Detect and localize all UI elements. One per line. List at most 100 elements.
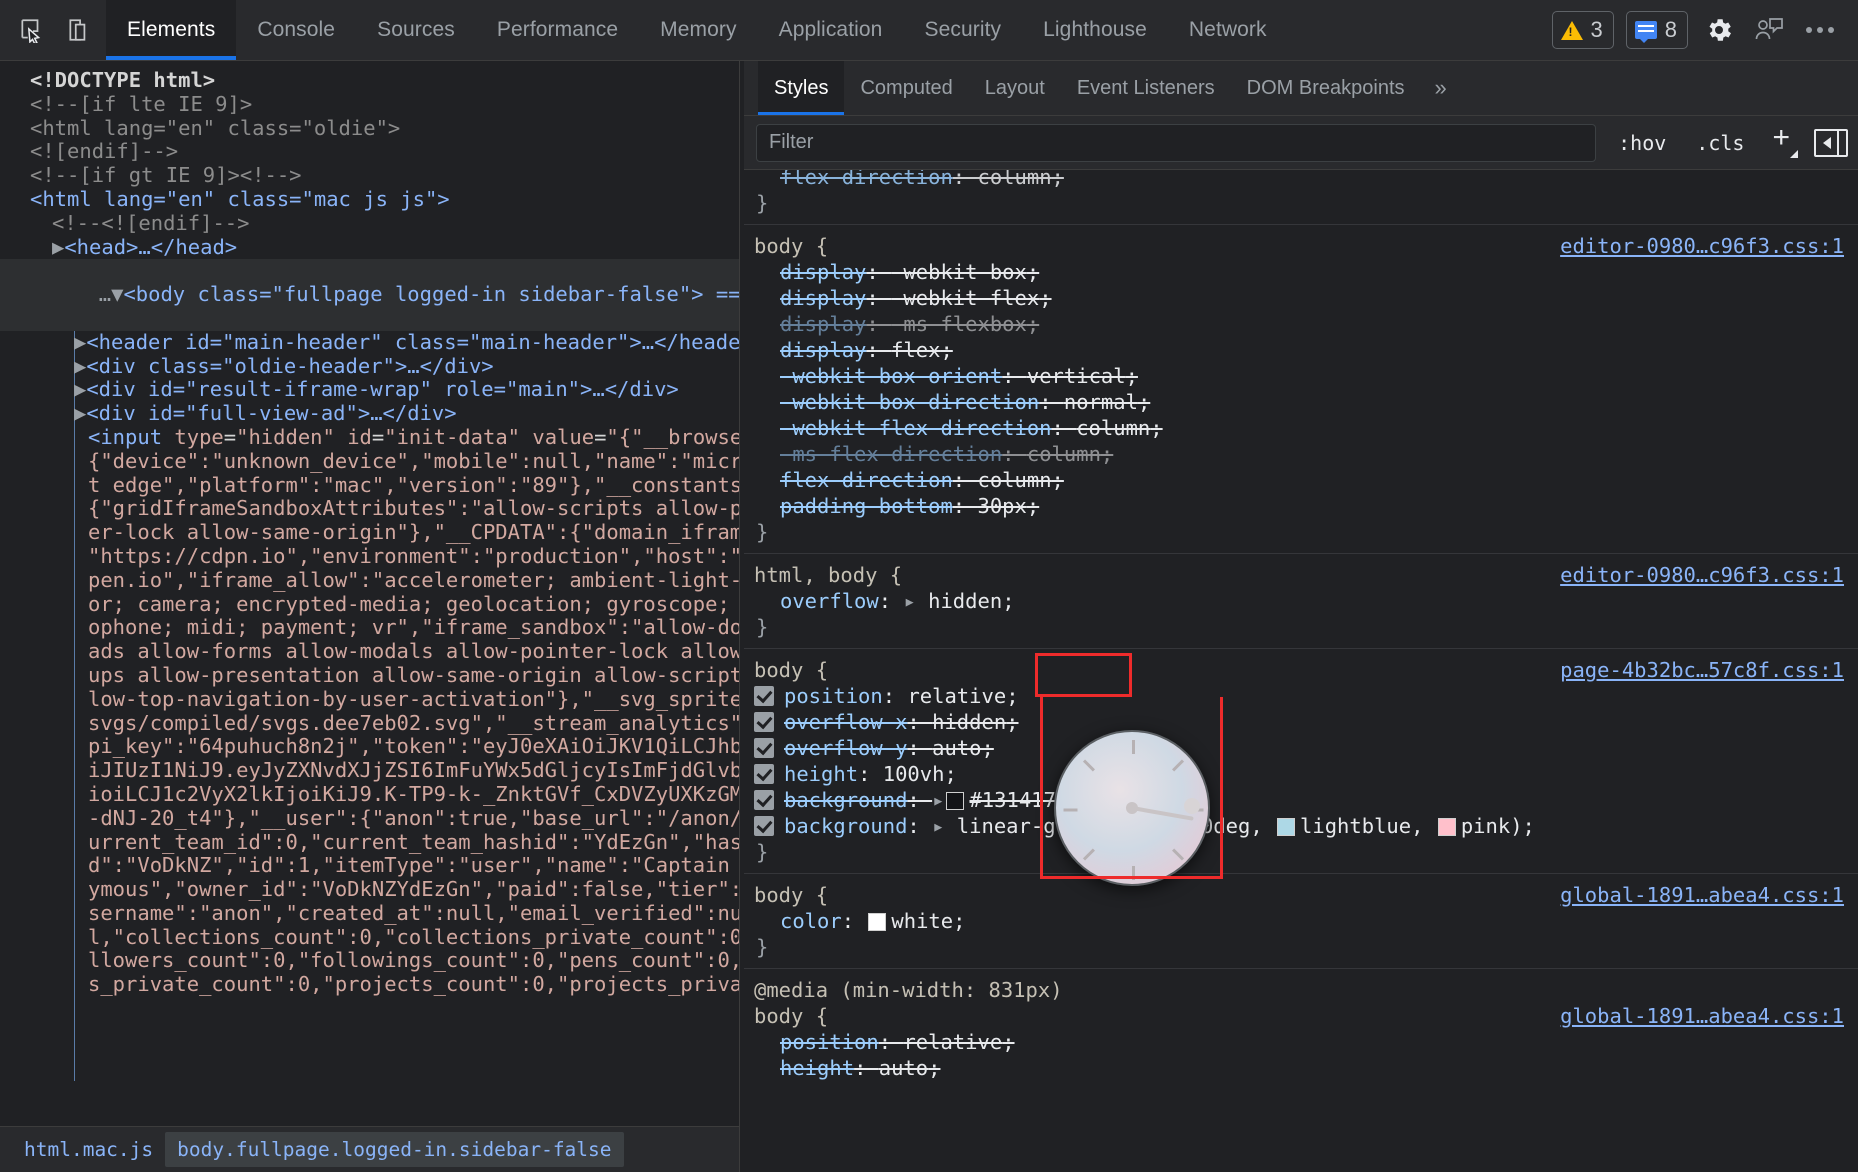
css-property[interactable]: position bbox=[784, 684, 883, 708]
dom-line[interactable]: <!--<![endif]--> bbox=[0, 212, 739, 236]
css-declaration[interactable]: -webkit-box-orient: vertical; bbox=[744, 363, 1858, 389]
css-value[interactable]: -webkit-flex bbox=[891, 286, 1039, 310]
css-declaration[interactable]: height: 100vh; bbox=[744, 761, 1858, 787]
css-declaration[interactable]: height: auto; bbox=[744, 1055, 1858, 1081]
css-declaration[interactable]: overflow-y: auto; bbox=[744, 735, 1858, 761]
css-property[interactable]: -webkit-flex-direction bbox=[780, 416, 1052, 440]
tab-security[interactable]: Security bbox=[903, 0, 1022, 60]
css-selector[interactable]: html, body { bbox=[754, 562, 902, 588]
css-value[interactable]: hidden bbox=[928, 589, 1002, 613]
css-source-link[interactable]: global-1891…abea4.css:1 bbox=[1560, 882, 1844, 908]
css-property[interactable]: color bbox=[780, 909, 842, 933]
css-source-link[interactable]: editor-0980…c96f3.css:1 bbox=[1560, 562, 1844, 588]
css-value[interactable]: 100vh bbox=[883, 762, 945, 786]
dom-line-value[interactable]: -dNJ-20_t4"},"__user":{"anon":true,"base… bbox=[0, 807, 739, 831]
dom-line-value[interactable]: l,"collections_count":0,"collections_pri… bbox=[0, 926, 739, 950]
css-rule[interactable]: body { editor-0980…c96f3.css:1 display: … bbox=[744, 225, 1858, 554]
css-selector[interactable]: body { bbox=[754, 657, 828, 683]
css-declaration[interactable]: overflow-x: hidden; bbox=[744, 709, 1858, 735]
css-rule[interactable]: html, body { editor-0980…c96f3.css:1 ove… bbox=[744, 554, 1858, 649]
css-property[interactable]: overflow-y bbox=[784, 736, 907, 760]
expand-triangle-icon[interactable]: ▶ bbox=[74, 354, 86, 378]
css-property[interactable]: height bbox=[784, 762, 858, 786]
new-style-rule-button[interactable]: + bbox=[1766, 126, 1800, 160]
dom-line-value[interactable]: iJIUzI1NiJ9.eyJyZXNvdXJjZSI6ImFuYWx5dGlj… bbox=[0, 759, 739, 783]
dom-line[interactable]: <!--[if lte IE 9]> bbox=[0, 93, 739, 117]
tab-layout[interactable]: Layout bbox=[969, 61, 1061, 115]
css-value[interactable]: auto bbox=[932, 736, 981, 760]
css-value[interactable]: -webkit-box bbox=[891, 260, 1027, 284]
css-selector[interactable]: body { bbox=[754, 233, 828, 259]
css-source-link[interactable]: editor-0980…c96f3.css:1 bbox=[1560, 233, 1844, 259]
filter-input[interactable] bbox=[756, 124, 1596, 162]
css-value[interactable]: hidden bbox=[932, 710, 1006, 734]
css-value[interactable]: auto bbox=[879, 1056, 928, 1080]
css-property[interactable]: -webkit-box-direction bbox=[780, 390, 1039, 414]
dom-line-value[interactable]: pi_key":"64puhuch8n2j","token":"eyJ0eXAi… bbox=[0, 735, 739, 759]
css-property[interactable]: flex-direction bbox=[780, 468, 953, 492]
css-property[interactable]: overflow bbox=[780, 589, 879, 613]
tab-styles[interactable]: Styles bbox=[758, 61, 844, 115]
tab-sources[interactable]: Sources bbox=[356, 0, 476, 60]
css-rule[interactable]: flex-direction: column; } bbox=[744, 170, 1858, 225]
css-declaration[interactable]: display: flex; bbox=[744, 337, 1858, 363]
css-property[interactable]: -webkit-box-orient bbox=[780, 364, 1002, 388]
css-value[interactable]: white bbox=[891, 909, 953, 933]
css-property[interactable]: height bbox=[780, 1056, 854, 1080]
hov-button[interactable]: :hov bbox=[1610, 127, 1674, 159]
expand-value-arrow-icon[interactable]: ▸ bbox=[932, 813, 944, 839]
dom-line[interactable]: ▶<div id="result-iframe-wrap" role="main… bbox=[0, 378, 739, 402]
collapse-triangle-icon[interactable]: ▼ bbox=[111, 282, 123, 306]
tab-computed[interactable]: Computed bbox=[844, 61, 968, 115]
tab-console[interactable]: Console bbox=[236, 0, 356, 60]
expand-triangle-icon[interactable]: ▶ bbox=[52, 235, 64, 259]
dom-line-value[interactable]: {"gridIframeSandboxAttributes":"allow-sc… bbox=[0, 497, 739, 521]
declaration-checkbox[interactable] bbox=[754, 738, 774, 758]
css-declaration-gradient[interactable]: background: ▸ linear-gradient(100deg, li… bbox=[744, 813, 1858, 839]
cls-button[interactable]: .cls bbox=[1688, 127, 1752, 159]
css-property[interactable]: position bbox=[780, 1030, 879, 1054]
inspect-element-icon[interactable] bbox=[12, 11, 50, 49]
more-options-icon[interactable] bbox=[1800, 17, 1840, 43]
tab-event-listeners[interactable]: Event Listeners bbox=[1061, 61, 1231, 115]
declaration-checkbox[interactable] bbox=[754, 790, 774, 810]
css-declaration[interactable]: color: white; bbox=[744, 908, 1858, 934]
dom-tree-panel[interactable]: <!DOCTYPE html> <!--[if lte IE 9]> <html… bbox=[0, 61, 740, 1172]
angle-picker-popup[interactable] bbox=[1054, 730, 1210, 886]
css-rule[interactable]: body { global-1891…abea4.css:1 color: wh… bbox=[744, 874, 1858, 969]
css-value[interactable]: column bbox=[977, 468, 1051, 492]
tab-lighthouse[interactable]: Lighthouse bbox=[1022, 0, 1168, 60]
color-swatch-pink[interactable] bbox=[1438, 818, 1456, 836]
css-declaration[interactable]: -webkit-flex-direction: column; bbox=[744, 415, 1858, 441]
messages-counter[interactable]: 8 bbox=[1626, 11, 1688, 49]
css-property[interactable]: display bbox=[780, 312, 866, 336]
dom-line-value[interactable]: d":"VoDkNZ","id":1,"itemType":"user","na… bbox=[0, 854, 739, 878]
dom-line-value[interactable]: s_private_count":0,"projects_count":0,"p… bbox=[0, 973, 739, 997]
css-declaration[interactable]: display: -webkit-flex; bbox=[744, 285, 1858, 311]
css-property[interactable]: padding-bottom bbox=[780, 494, 953, 518]
dom-line[interactable]: <!--[if gt IE 9]><!--> bbox=[0, 164, 739, 188]
css-rule-media[interactable]: @media (min-width: 831px) body { global-… bbox=[744, 969, 1858, 1089]
css-selector[interactable]: body { bbox=[754, 1003, 828, 1029]
css-property[interactable]: overflow-x bbox=[784, 710, 907, 734]
css-property[interactable]: background bbox=[784, 814, 907, 838]
angle-picker-knob[interactable] bbox=[1184, 798, 1200, 814]
dom-line-value[interactable]: svgs/compiled/svgs.dee7eb02.svg","__stre… bbox=[0, 712, 739, 736]
expand-value-arrow-icon[interactable]: ▸ bbox=[903, 588, 915, 614]
tab-network[interactable]: Network bbox=[1168, 0, 1288, 60]
css-declaration[interactable]: display: -ms-flexbox; bbox=[744, 311, 1858, 337]
dom-line-input-node[interactable]: <input type="hidden" id="init-data" valu… bbox=[0, 426, 739, 450]
dom-line-value[interactable]: sername":"anon","created_at":null,"email… bbox=[0, 902, 739, 926]
declaration-checkbox[interactable] bbox=[754, 712, 774, 732]
color-swatch[interactable] bbox=[946, 792, 964, 810]
device-toolbar-icon[interactable] bbox=[60, 11, 98, 49]
declaration-checkbox[interactable] bbox=[754, 816, 774, 836]
css-rules-list[interactable]: flex-direction: column; } body { editor-… bbox=[744, 170, 1858, 1172]
css-declaration[interactable]: position: relative; bbox=[744, 683, 1858, 709]
declaration-checkbox[interactable] bbox=[754, 686, 774, 706]
css-property[interactable]: flex-direction bbox=[780, 170, 953, 189]
toggle-computed-sidebar-icon[interactable] bbox=[1814, 129, 1848, 157]
dom-line-value[interactable]: pen.io","iframe_allow":"accelerometer; a… bbox=[0, 569, 739, 593]
color-swatch-lightblue[interactable] bbox=[1277, 818, 1295, 836]
css-value[interactable]: column bbox=[1076, 416, 1150, 440]
